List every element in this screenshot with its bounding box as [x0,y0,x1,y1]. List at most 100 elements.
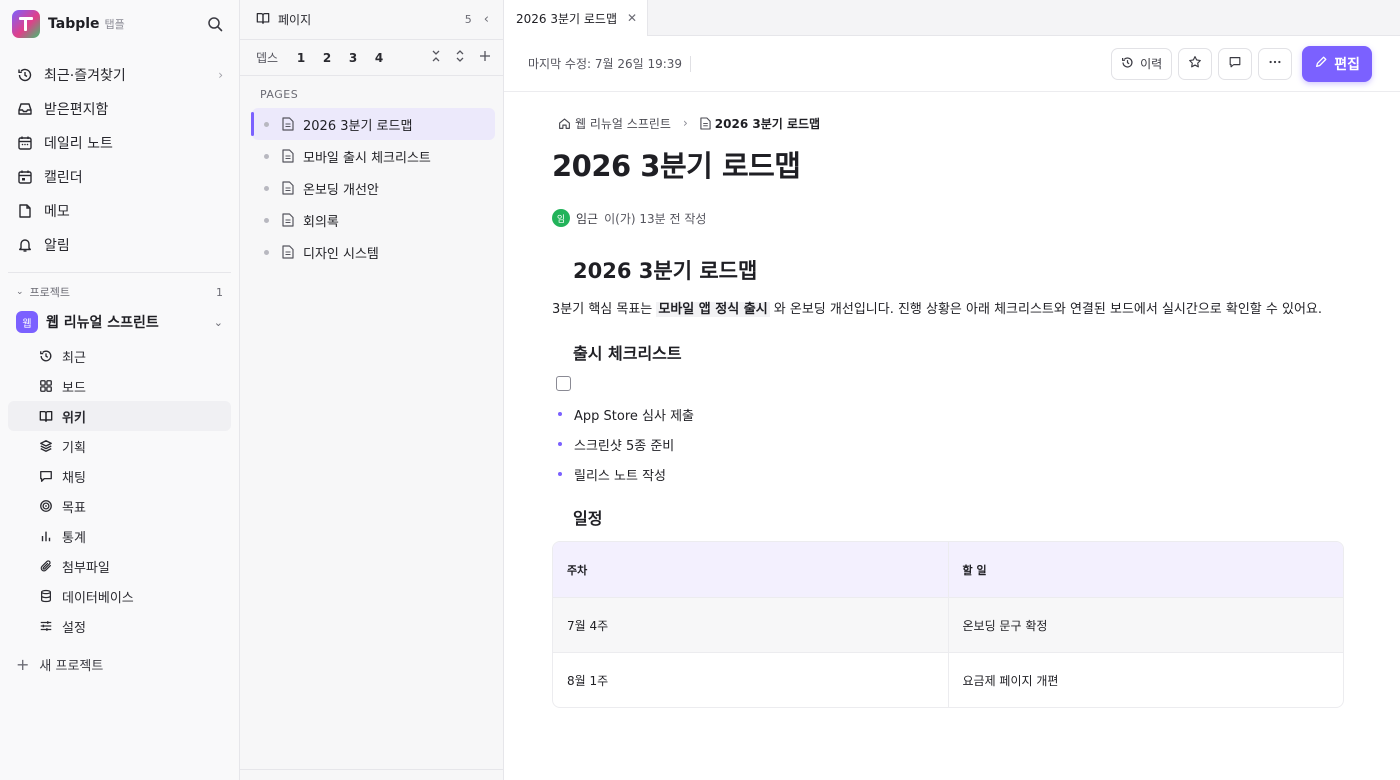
table-header-row: 주차 할 일 [553,542,1343,597]
nav-item-recent-favorites[interactable]: 최근·즐겨찾기 › [8,58,231,92]
bullet-dot [264,217,269,223]
project-item-wiki[interactable]: 위키 [8,401,231,431]
nav-item-label: 알림 [44,238,70,254]
projects-count: 1 [216,285,223,299]
depth-button-3[interactable]: 3 [340,51,366,65]
app-window: Tabple 탭플 최근·즐겨찾기 › 받은편지함 데일리 노트 캘린더 메모 … [0,0,1400,780]
target-icon [38,498,54,514]
project-item-attachments[interactable]: 첨부파일 [8,551,231,581]
nav-item-label: 메모 [44,204,70,220]
nav-item-calendar[interactable]: 캘린더 [8,160,231,194]
pages-count: 5 [464,13,472,26]
page-icon [281,213,295,227]
project-item-recent[interactable]: 최근 [8,341,231,371]
book-icon [256,11,270,29]
project-web-renewal[interactable]: 웹 웹 리뉴얼 스프린트 ⌄ [8,305,231,339]
star-icon [1188,55,1202,72]
edit-button[interactable]: 편집 [1302,45,1372,82]
expand-all-icon[interactable] [455,50,465,65]
checklist-checkbox[interactable] [556,376,571,391]
list-item-text: 릴리스 노트 작성 [574,468,666,484]
intro-text-start: 3분기 핵심 목표는 [552,302,657,317]
toolbar-actions: 이력 편집 [1111,45,1372,82]
bullet-dot [558,412,562,416]
project-item-label: 위키 [62,410,86,426]
history-button[interactable]: 이력 [1111,47,1173,80]
collapse-all-icon[interactable] [431,50,441,65]
search-icon[interactable] [203,12,227,36]
page-icon [281,181,295,195]
checklist-heading: 출시 체크리스트 [573,344,682,363]
project-item-board[interactable]: 보드 [8,371,231,401]
bullet-dot [264,121,269,127]
breadcrumb-parent[interactable]: 웹 리뉴얼 스프린트 [575,115,671,132]
nav-item-notifications[interactable]: 알림 [8,228,231,262]
table-header-cell: 주차 [567,563,588,577]
author-name[interactable]: 임근 [576,210,598,227]
page-icon [281,149,295,163]
new-project-label: 새 프로젝트 [39,658,104,674]
project-item-chat[interactable]: 채팅 [8,461,231,491]
intro-bold: 모바일 앱 정식 출시 [656,302,770,317]
projects-header[interactable]: ⌄ 프로젝트 1 [0,281,239,303]
history-icon [38,348,54,364]
page-item[interactable]: 디자인 시스템 [252,236,495,268]
nav-item-daily-note[interactable]: 데일리 노트 [8,126,231,160]
project-item-label: 첨부파일 [62,560,110,576]
nav-item-memo[interactable]: 메모 [8,194,231,228]
tab-roadmap[interactable]: 2026 3분기 로드맵 ✕ [504,0,649,36]
page-item[interactable]: 온보딩 개선안 [252,172,495,204]
comment-button[interactable] [1218,47,1253,80]
project-item-settings[interactable]: 설정 [8,611,231,641]
project-item-goals[interactable]: 목표 [8,491,231,521]
sidebar: Tabple 탭플 최근·즐겨찾기 › 받은편지함 데일리 노트 캘린더 메모 … [0,0,240,780]
list-item: 스크린샷 5종 준비 [552,429,1400,459]
project-item-label: 설정 [62,620,86,636]
history-icon [16,66,34,84]
edit-label: 편집 [1334,56,1360,73]
pages-section-label: PAGES [260,88,299,101]
bullet-dot [558,472,562,476]
project-item-stats[interactable]: 통계 [8,521,231,551]
brand-name: Tabple [48,16,100,32]
favorite-button[interactable] [1178,47,1213,80]
nav-item-inbox[interactable]: 받은편지함 [8,92,231,126]
page-item[interactable]: 회의록 [252,204,495,236]
table-row: 8월 1주 요금제 페이지 개편 [553,652,1343,707]
bell-icon [16,236,34,254]
more-options-button[interactable] [1258,47,1293,80]
pages-panel: 페이지 5 ‹ 뎁스 1 2 3 4 PAGES 2026 3분기 로드맵 모바… [240,0,504,780]
project-item-label: 데이터베이스 [62,590,134,606]
chat-icon [38,468,54,484]
memo-icon [16,202,34,220]
table-header-cell: 할 일 [947,542,1344,597]
page-item-label: 2026 3분기 로드맵 [303,118,413,134]
depth-label: 뎁스 [256,51,279,65]
project-avatar: 웹 [16,311,38,333]
depth-button-4[interactable]: 4 [366,51,392,65]
schedule-heading: 일정 [573,509,603,528]
project-name: 웹 리뉴얼 스프린트 [46,315,159,331]
project-item-label: 보드 [62,380,86,396]
collapse-panel-icon[interactable]: ‹ [484,12,489,27]
main-area: 2026 3분기 로드맵 ✕ 마지막 수정: 7월 26일 19:39 이력 편… [504,0,1400,780]
depth-button-2[interactable]: 2 [314,51,340,65]
list-item: App Store 심사 제출 [552,399,1400,429]
page-item[interactable]: 2026 3분기 로드맵 [251,108,495,140]
project-item-label: 최근 [62,350,86,366]
layers-icon [38,438,54,454]
bullet-dot [264,185,269,191]
project-item-planning[interactable]: 기획 [8,431,231,461]
nav-item-label: 최근·즐겨찾기 [44,68,126,84]
page-item[interactable]: 모바일 출시 체크리스트 [252,140,495,172]
new-project-button[interactable]: + 새 프로젝트 [0,647,239,681]
sidebar-divider [8,272,231,273]
project-item-database[interactable]: 데이터베이스 [8,581,231,611]
add-page-icon[interactable] [479,50,491,65]
author-line: 임 임근 이(가) 13분 전 작성 [552,208,1400,228]
breadcrumb-current: 2026 3분기 로드맵 [714,116,821,131]
close-icon[interactable]: ✕ [627,11,637,25]
tab-label: 2026 3분기 로드맵 [516,11,618,26]
depth-button-1[interactable]: 1 [288,51,314,65]
nav-item-label: 받은편지함 [44,102,109,118]
